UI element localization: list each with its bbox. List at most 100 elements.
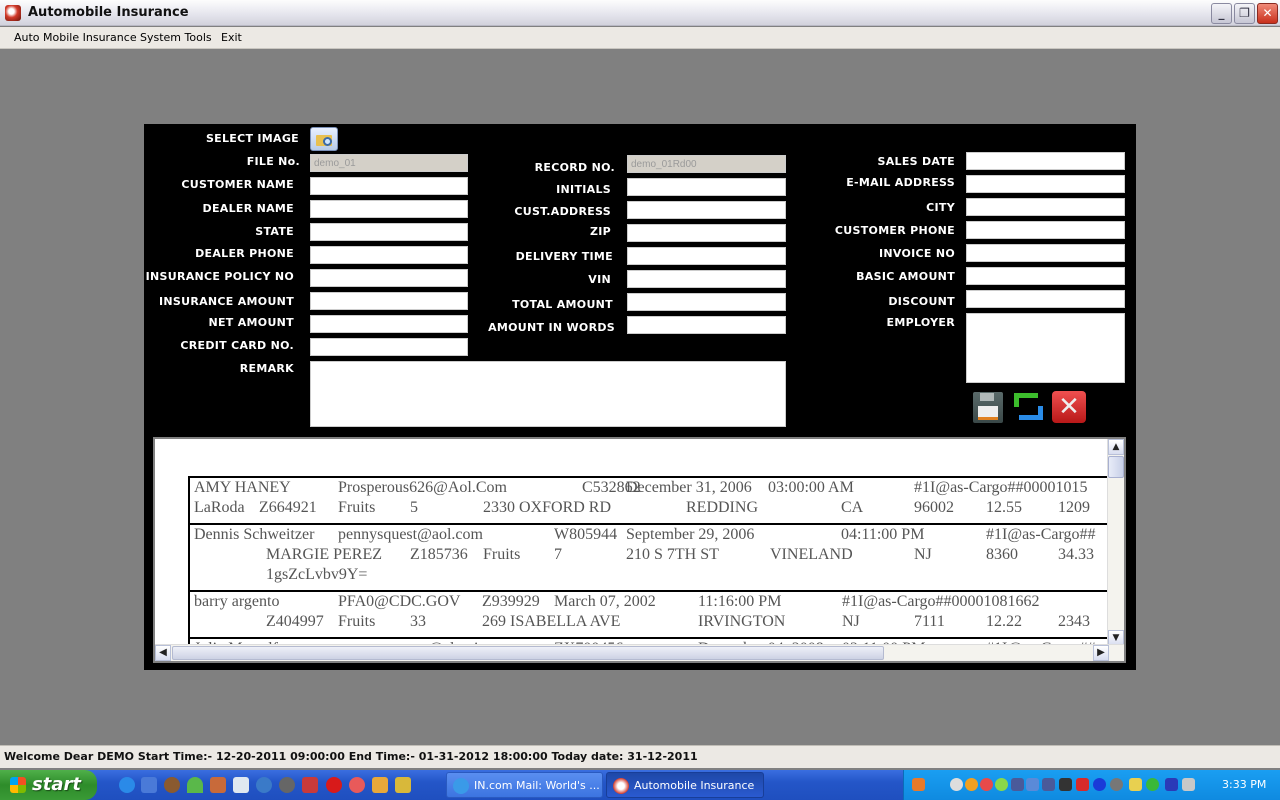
delivery-time-label: DELIVERY TIME bbox=[515, 250, 613, 263]
remark-field[interactable] bbox=[310, 361, 786, 427]
total-amount-field[interactable] bbox=[627, 293, 786, 311]
scroll-left-icon[interactable]: ◀ bbox=[155, 645, 171, 661]
basic-amount-field[interactable] bbox=[966, 267, 1125, 285]
smiley-icon[interactable] bbox=[950, 778, 963, 791]
basic-amount-label: BASIC AMOUNT bbox=[856, 270, 955, 283]
scroll-up-icon[interactable]: ▲ bbox=[1108, 439, 1124, 455]
insurance-form-panel: SELECT IMAGE FILE No. CUSTOMER NAME DEAL… bbox=[144, 124, 1136, 670]
refresh-button[interactable] bbox=[1010, 389, 1046, 425]
email-address-field[interactable] bbox=[966, 175, 1125, 193]
record-item[interactable]: Dennis Schweitzer pennysquest@aol.com W8… bbox=[188, 523, 1113, 590]
scroll-right-icon[interactable]: ▶ bbox=[1093, 645, 1109, 661]
horizontal-scroll-thumb[interactable] bbox=[172, 646, 884, 660]
gmail-icon[interactable] bbox=[980, 778, 993, 791]
delivery-time-field[interactable] bbox=[627, 247, 786, 265]
insurance-amount-field[interactable] bbox=[310, 292, 468, 310]
globe-icon[interactable] bbox=[256, 777, 272, 793]
select-image-button[interactable] bbox=[310, 127, 338, 151]
amount-in-words-field[interactable] bbox=[627, 316, 786, 334]
sphere-icon[interactable] bbox=[279, 777, 295, 793]
java-icon[interactable] bbox=[912, 778, 925, 791]
battery-icon[interactable] bbox=[1165, 778, 1178, 791]
insurance-amount-label: INSURANCE AMOUNT bbox=[158, 295, 294, 308]
volume-icon[interactable] bbox=[1059, 778, 1072, 791]
notes-icon[interactable] bbox=[1129, 778, 1142, 791]
network-disconnected-icon[interactable] bbox=[1042, 778, 1055, 791]
credit-card-no-label: CREDIT CARD NO. bbox=[180, 339, 294, 352]
coffee-icon[interactable] bbox=[164, 777, 180, 793]
printer-icon[interactable] bbox=[1182, 778, 1195, 791]
antivirus-icon[interactable] bbox=[1076, 778, 1089, 791]
invoice-no-label: INVOICE NO bbox=[878, 247, 955, 260]
speaker-icon[interactable] bbox=[1110, 778, 1123, 791]
start-button[interactable]: start bbox=[0, 770, 97, 800]
vin-label: VIN bbox=[588, 273, 611, 286]
app-icon[interactable] bbox=[210, 777, 226, 793]
magnifier-icon bbox=[323, 137, 332, 146]
save-button[interactable] bbox=[970, 389, 1006, 425]
internet-explorer-icon[interactable] bbox=[119, 777, 135, 793]
menu-exit[interactable]: Exit bbox=[221, 31, 242, 44]
system-tray: 3:33 PM bbox=[903, 770, 1280, 800]
employer-label: EMPLOYER bbox=[886, 316, 955, 329]
messenger-icon[interactable] bbox=[1146, 778, 1159, 791]
network-disconnected-icon[interactable] bbox=[1011, 778, 1024, 791]
menu-system-tools[interactable]: System Tools bbox=[140, 31, 212, 44]
credit-card-no-field[interactable] bbox=[310, 338, 468, 356]
boat-icon[interactable] bbox=[233, 777, 249, 793]
status-bar: Welcome Dear DEMO Start Time:- 12-20-201… bbox=[0, 745, 1280, 768]
vin-field[interactable] bbox=[627, 270, 786, 288]
menu-auto-mobile-insurance[interactable]: Auto Mobile Insurance bbox=[14, 31, 137, 44]
shield-icon[interactable] bbox=[349, 777, 365, 793]
dealer-name-field[interactable] bbox=[310, 200, 468, 218]
taskbar-item-in-com-mail[interactable]: IN.com Mail: World's ... bbox=[446, 772, 603, 798]
insurance-policy-no-field[interactable] bbox=[310, 269, 468, 287]
state-label: STATE bbox=[255, 225, 294, 238]
discount-field[interactable] bbox=[966, 290, 1125, 308]
horizontal-scrollbar[interactable]: ◀ ▶ bbox=[155, 644, 1124, 661]
record-no-field[interactable] bbox=[627, 155, 786, 173]
cancel-button[interactable]: ✕ bbox=[1050, 389, 1086, 425]
bluetooth-icon[interactable] bbox=[1093, 778, 1106, 791]
record-item[interactable]: AMY HANEY Prosperous626@Aol.Com C532862 … bbox=[188, 476, 1113, 523]
net-amount-label: NET AMOUNT bbox=[208, 316, 294, 329]
status-text: Welcome Dear DEMO Start Time:- 12-20-201… bbox=[4, 750, 698, 763]
chat-icon[interactable] bbox=[995, 778, 1008, 791]
employer-field[interactable] bbox=[966, 313, 1125, 383]
mail-icon[interactable] bbox=[965, 778, 978, 791]
invoice-no-field[interactable] bbox=[966, 244, 1125, 262]
target-icon[interactable] bbox=[326, 777, 342, 793]
clock: 3:33 PM bbox=[1222, 778, 1267, 791]
customer-name-field[interactable] bbox=[310, 177, 468, 195]
umbrella-icon[interactable] bbox=[187, 777, 203, 793]
record-item[interactable]: barry argento PFA0@CDC.GOV Z939929 March… bbox=[188, 590, 1113, 637]
maximize-button[interactable]: ❐ bbox=[1234, 3, 1255, 24]
net-amount-field[interactable] bbox=[310, 315, 468, 333]
dealer-phone-field[interactable] bbox=[310, 246, 468, 264]
zip-field[interactable] bbox=[627, 224, 786, 242]
vertical-scrollbar[interactable]: ▲ ▼ bbox=[1107, 439, 1124, 646]
sales-date-label: SALES DATE bbox=[877, 155, 955, 168]
city-field[interactable] bbox=[966, 198, 1125, 216]
taskbar-item-automobile-insurance[interactable]: Automobile Insurance bbox=[606, 772, 764, 798]
dealer-name-label: DEALER NAME bbox=[202, 202, 294, 215]
dealer-phone-label: DEALER PHONE bbox=[195, 247, 294, 260]
wireless-icon[interactable] bbox=[1026, 778, 1039, 791]
minimize-button[interactable]: _ bbox=[1211, 3, 1232, 24]
email-address-label: E-MAIL ADDRESS bbox=[846, 176, 955, 189]
customer-phone-field[interactable] bbox=[966, 221, 1125, 239]
initials-field[interactable] bbox=[627, 178, 786, 196]
media-icon[interactable] bbox=[302, 777, 318, 793]
sales-date-field[interactable] bbox=[966, 152, 1125, 170]
user-key-icon[interactable] bbox=[372, 777, 388, 793]
cust-address-field[interactable] bbox=[627, 201, 786, 219]
group-icon[interactable] bbox=[395, 777, 411, 793]
state-field[interactable] bbox=[310, 223, 468, 241]
record-no-label: RECORD NO. bbox=[534, 161, 615, 174]
vertical-scroll-thumb[interactable] bbox=[1108, 456, 1124, 478]
close-button[interactable]: ✕ bbox=[1257, 3, 1278, 24]
close-icon: ✕ bbox=[1052, 391, 1086, 423]
records-viewer[interactable]: AMY HANEY Prosperous626@Aol.Com C532862 … bbox=[153, 437, 1126, 663]
outlook-icon[interactable] bbox=[141, 777, 157, 793]
file-no-field[interactable] bbox=[310, 154, 468, 172]
